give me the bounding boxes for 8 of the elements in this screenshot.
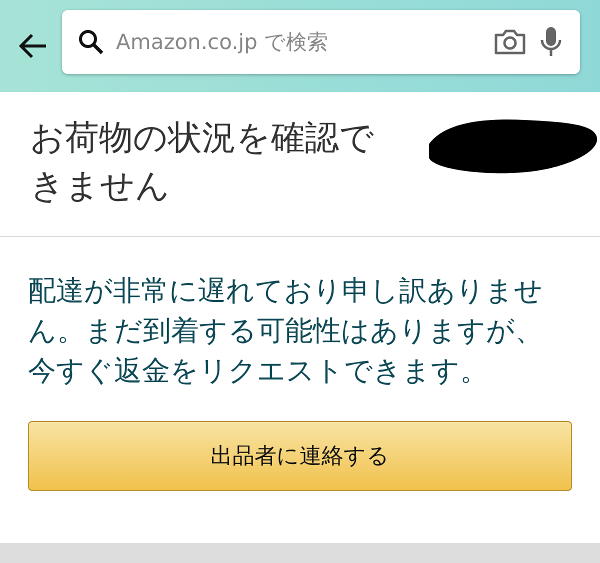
search-icon [78,29,104,55]
search-field[interactable]: Amazon.co.jp で検索 [62,10,580,74]
camera-icon[interactable] [493,28,527,56]
delay-message: 配達が非常に遅れており申し訳ありません。まだ到着する可能性はありますが、今すぐ返金をリクエストできます。 [28,273,544,389]
contact-seller-button[interactable]: 出品者に連絡する [28,421,572,491]
back-arrow-icon[interactable] [18,33,48,59]
microphone-icon[interactable] [540,26,562,58]
page-title: お荷物の状況を確認できません [30,117,375,208]
